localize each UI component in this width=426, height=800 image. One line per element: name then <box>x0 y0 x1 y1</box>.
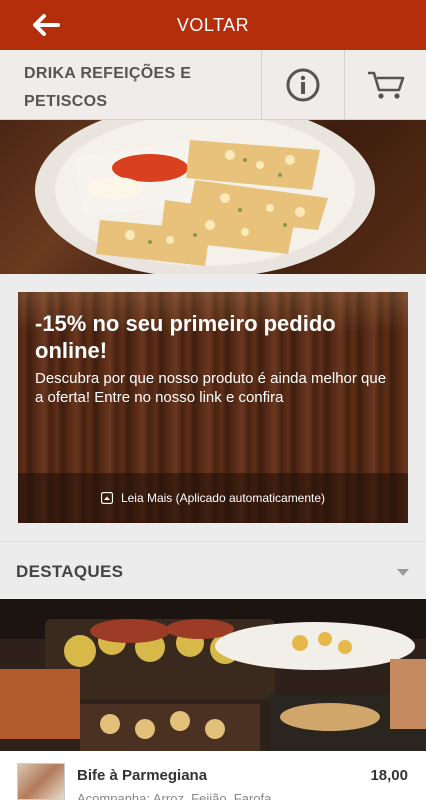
top-bar: VOLTAR <box>0 0 426 50</box>
expand-icon <box>100 492 113 504</box>
restaurant-name: DRIKA REFEIÇÕES E PETISCOS <box>24 65 192 110</box>
promo-banner[interactable]: -15% no seu primeiro pedido online! Desc… <box>18 292 408 523</box>
item-price: 18,00 <box>370 767 408 784</box>
menu-item[interactable]: Bife à Parmegiana 18,00 Acompanha: Arroz… <box>0 751 426 800</box>
promo-read-more-label: Leia Mais (Aplicado automaticamente) <box>120 491 326 505</box>
featured-dish-image[interactable] <box>0 599 426 751</box>
restaurant-header: DRIKA REFEIÇÕES E PETISCOS <box>0 50 426 120</box>
item-name: Bife à Parmegiana <box>77 767 208 784</box>
back-label[interactable]: VOLTAR <box>177 15 249 36</box>
back-button[interactable] <box>30 11 62 39</box>
cart-button[interactable] <box>344 50 426 120</box>
cart-icon <box>367 71 404 99</box>
promo-read-more-button[interactable]: Leia Mais (Aplicado automaticamente) <box>18 473 408 523</box>
section-destaques-header[interactable]: DESTAQUES <box>0 541 426 599</box>
item-thumbnail <box>17 763 65 800</box>
promo-title: -15% no seu primeiro pedido online! <box>35 311 336 363</box>
item-description: Acompanha: Arroz, Feijão, Farofa... <box>77 791 283 800</box>
hero-image <box>0 120 426 274</box>
arrow-left-icon <box>33 14 60 36</box>
info-button[interactable] <box>261 50 343 120</box>
section-title: DESTAQUES <box>16 562 124 581</box>
chevron-down-icon[interactable] <box>397 569 409 576</box>
info-icon <box>286 68 319 102</box>
promo-description: Descubra por que nosso produto é ainda m… <box>35 370 387 406</box>
